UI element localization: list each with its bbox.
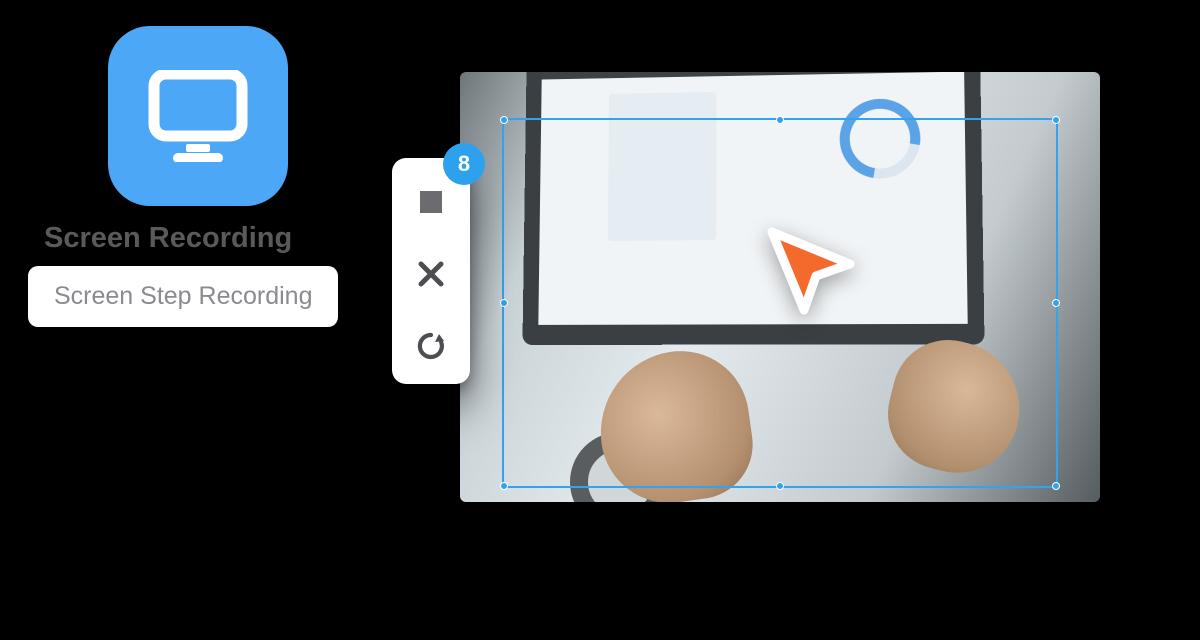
label-screen-step-recording[interactable]: Screen Step Recording (28, 266, 338, 327)
app-icon (108, 26, 288, 206)
step-count-badge: 8 (443, 143, 485, 185)
cancel-button[interactable] (411, 254, 451, 294)
cursor-icon (758, 218, 868, 333)
stop-button[interactable] (411, 182, 451, 222)
stop-icon (417, 188, 445, 216)
recording-toolbar: 8 (392, 158, 470, 384)
resize-handle[interactable] (1052, 482, 1060, 490)
resize-handle[interactable] (776, 482, 784, 490)
resize-handle[interactable] (776, 116, 784, 124)
restart-button[interactable] (411, 326, 451, 366)
resize-handle[interactable] (1052, 299, 1060, 307)
restart-icon (415, 330, 447, 362)
resize-handle[interactable] (500, 482, 508, 490)
label-screen-recording: Screen Recording (44, 222, 292, 255)
close-icon (416, 259, 446, 289)
resize-handle[interactable] (500, 299, 508, 307)
capture-preview (460, 72, 1100, 502)
resize-handle[interactable] (1052, 116, 1060, 124)
resize-handle[interactable] (500, 116, 508, 124)
monitor-icon (148, 70, 248, 162)
